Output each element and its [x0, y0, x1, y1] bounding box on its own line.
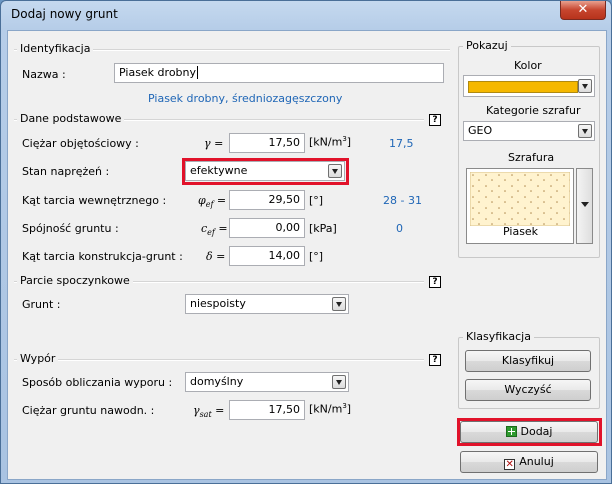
sand-hatch-pattern	[470, 172, 570, 226]
grunt-value: niespoisty	[190, 297, 246, 310]
kat-konstrukcja-label: Kąt tarcia konstrukcja-grunt :	[22, 250, 183, 263]
gamma-sat-symbol: γsat =	[193, 404, 225, 420]
group-dane-legend: Dane podstawowe	[17, 112, 125, 125]
nazwa-input[interactable]: Piasek drobny	[114, 63, 444, 83]
dialog-window: Dodaj nowy grunt ✕ Identyfikacja Nazwa :…	[0, 0, 612, 484]
kolor-select[interactable]	[463, 75, 595, 97]
spojnosc-hint: 0	[396, 222, 403, 235]
grunt-label: Grunt :	[22, 298, 61, 311]
ciezar-nawodn-unit: [kN/m3]	[309, 402, 352, 416]
grunt-select[interactable]: niespoisty	[185, 294, 349, 314]
sposob-label: Sposób obliczania wyporu :	[22, 376, 173, 389]
text-cursor	[197, 66, 199, 79]
kat-tarcia-unit: [°]	[309, 194, 324, 207]
szrafura-label: Szrafura	[508, 151, 555, 164]
delta-symbol: δ =	[206, 250, 226, 263]
kategorie-value: GEO	[468, 124, 493, 137]
klasyfikuj-button[interactable]: Klasyfikuj	[465, 350, 591, 372]
nazwa-value: Piasek drobny	[119, 66, 197, 79]
chevron-down-icon	[332, 297, 346, 311]
ciezar-nawodn-label: Ciężar gruntu nawodn. :	[22, 404, 155, 417]
group-wypor-legend: Wypór	[17, 352, 59, 365]
group-identyfikacja-legend: Identyfikacja	[17, 42, 94, 55]
kategorie-select[interactable]: GEO	[463, 121, 595, 141]
klasyfikacja-legend: Klasyfikacja	[463, 330, 534, 343]
szrafura-preview[interactable]: Piasek	[466, 168, 574, 244]
chevron-down-icon	[332, 375, 346, 389]
sposob-select[interactable]: domyślny	[185, 372, 349, 392]
kolor-swatch	[468, 81, 578, 93]
anuluj-button[interactable]: ✕ Anuluj	[460, 451, 598, 473]
spojnosc-unit: [kPa]	[309, 222, 337, 235]
sposob-value: domyślny	[190, 375, 244, 388]
close-icon: ✕	[504, 459, 516, 470]
ciezar-input[interactable]: 17,50	[229, 133, 305, 153]
ciezar-label: Ciężar objętościowy :	[22, 137, 139, 150]
kat-tarcia-label: Kąt tarcia wewnętrznego :	[22, 194, 167, 207]
kolor-label: Kolor	[514, 59, 542, 72]
spojnosc-label: Spójność gruntu :	[22, 222, 119, 235]
highlight-dodaj	[457, 418, 602, 446]
chevron-down-icon	[581, 202, 589, 207]
dane-help-icon[interactable]: ?	[429, 114, 441, 126]
close-icon: ✕	[577, 2, 589, 17]
kat-konstrukcja-input[interactable]: 14,00	[229, 246, 305, 266]
nazwa-label: Nazwa :	[22, 68, 66, 81]
parcie-help-icon[interactable]: ?	[429, 276, 441, 288]
ciezar-hint: 17,5	[389, 137, 414, 150]
gamma-symbol: γ =	[204, 137, 224, 150]
ciezar-nawodn-input[interactable]: 17,50	[229, 400, 305, 420]
nazwa-description: Piasek drobny, średniozagęszczony	[148, 92, 343, 105]
kategorie-label: Kategorie szrafur	[486, 104, 581, 117]
group-parcie-legend: Parcie spoczynkowe	[17, 274, 133, 287]
kat-tarcia-hint: 28 - 31	[383, 194, 422, 207]
highlight-stan	[182, 158, 349, 185]
stan-label: Stan naprężeń :	[22, 165, 110, 178]
dialog-client: Identyfikacja Nazwa : Piasek drobny Pias…	[7, 30, 607, 480]
phi-symbol: φef =	[198, 194, 227, 210]
ciezar-unit: [kN/m3]	[309, 135, 352, 149]
wyczysc-button[interactable]: Wyczyść	[465, 379, 591, 401]
kat-tarcia-input[interactable]: 29,50	[229, 190, 305, 210]
c-symbol: cef =	[201, 222, 228, 238]
group-line-wypor	[14, 359, 424, 361]
chevron-down-icon	[578, 124, 592, 138]
spojnosc-input[interactable]: 0,00	[229, 218, 305, 238]
pokazuj-legend: Pokazuj	[463, 39, 511, 52]
chevron-down-icon	[578, 79, 592, 93]
szrafura-name: Piasek	[503, 225, 539, 238]
szrafura-dropdown-button[interactable]	[576, 168, 593, 244]
kat-konstrukcja-unit: [°]	[309, 250, 324, 263]
wypor-help-icon[interactable]: ?	[429, 354, 441, 366]
window-title: Dodaj nowy grunt	[11, 7, 118, 21]
close-button[interactable]: ✕	[560, 1, 606, 20]
